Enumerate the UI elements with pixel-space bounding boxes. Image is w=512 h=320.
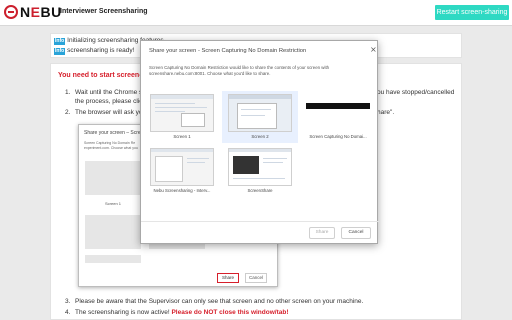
source-label: Screen 1 — [173, 134, 191, 139]
step-1-continuation: ou have stopped/cancelled — [377, 89, 455, 96]
step-2: 2. The browser will ask you — [65, 109, 147, 116]
window-thumbnail — [228, 148, 292, 186]
step-3: 3. Please be aware that the Supervisor ca… — [65, 298, 364, 305]
tutorial-thumbnail — [85, 161, 141, 195]
step-4: 4. The screensharing is now active! Pleas… — [65, 309, 289, 316]
screen-thumbnail — [228, 94, 292, 132]
nebu-logo: NEBU — [20, 4, 62, 20]
share-button[interactable]: Share — [309, 227, 335, 239]
share-source-screen-2[interactable]: Screen 2 — [222, 91, 298, 143]
dialog-divider — [141, 221, 379, 222]
cancel-button[interactable]: Cancel — [341, 227, 371, 239]
window-thumbnail — [150, 148, 214, 186]
restart-screensharing-button[interactable]: Restart screen-sharing — [435, 5, 509, 20]
dialog-description: Screen Capturing No Domain Restriction w… — [149, 65, 330, 76]
share-source-window-nebu[interactable]: Nebu Screensharing - Interv... — [144, 145, 220, 197]
nebu-logo-icon — [4, 5, 18, 19]
page-title: Interviewer Screensharing — [60, 8, 148, 15]
step-1: 1. Wait until the Chrome scr — [65, 89, 148, 96]
share-source-screen-1[interactable]: Screen 1 — [144, 91, 220, 143]
source-label: Nebu Screensharing - Interv... — [153, 188, 211, 193]
tutorial-thumbnail — [85, 215, 141, 249]
app-header: NEBU Interviewer Screensharing Restart s… — [0, 0, 512, 26]
info-message: Info screensharing is ready! — [54, 47, 135, 55]
step-1-line2: the process, please click — [75, 98, 146, 105]
tutorial-screen-label: Screen 1 — [105, 201, 122, 206]
info-badge: Info — [54, 48, 66, 55]
tutorial-share-button: Share — [217, 273, 239, 283]
tutorial-thumbnail — [85, 255, 141, 263]
info-badge: Info — [54, 38, 66, 45]
close-warning: Please do NOT close this window/tab! — [171, 309, 289, 316]
source-label: ScreenShare — [247, 188, 273, 193]
window-thumbnail — [306, 103, 370, 109]
source-label: Screen Capturing No Domai... — [309, 134, 367, 139]
share-source-window-capturing[interactable]: Screen Capturing No Domai... — [300, 91, 376, 143]
close-icon[interactable]: × — [370, 45, 377, 54]
instructions-heading: You need to start screen-sh — [58, 72, 150, 79]
share-source-window-screenshare[interactable]: ScreenShare — [222, 145, 298, 197]
share-screen-dialog: Share your screen - Screen Capturing No … — [140, 40, 379, 244]
dialog-title: Share your screen - Screen Capturing No … — [149, 48, 307, 54]
tutorial-dialog-title: Share your screen – Screen — [84, 130, 147, 136]
source-label: Screen 2 — [251, 134, 269, 139]
tutorial-cancel-button: Cancel — [245, 273, 267, 283]
step-2-continuation: hare". — [377, 109, 395, 116]
screen-thumbnail — [150, 94, 214, 132]
